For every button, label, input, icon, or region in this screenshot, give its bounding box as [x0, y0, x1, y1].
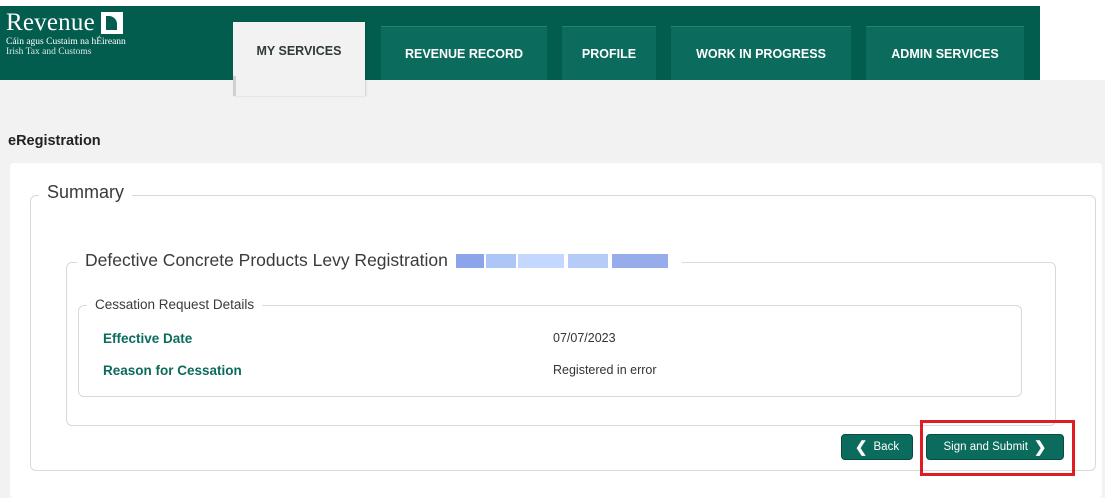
tab-work-in-progress[interactable]: WORK IN PROGRESS [671, 26, 851, 80]
logo-wordmark: Revenue [6, 10, 126, 36]
site-header: Revenue Cáin agus Custaim na hÉireann Ir… [0, 0, 1105, 96]
page-title: eRegistration [8, 133, 101, 149]
highlight-box [920, 420, 1075, 476]
back-button[interactable]: ❮ Back [841, 434, 913, 460]
summary-legend: Summary [39, 182, 133, 203]
registration-title: Defective Concrete Products Levy Registr… [85, 250, 448, 270]
tab-profile[interactable]: PROFILE [562, 26, 656, 80]
chevron-left-icon: ❮ [854, 438, 868, 456]
detail-value: Registered in error [553, 363, 657, 377]
cessation-legend: Cessation Request Details [87, 297, 263, 312]
brand-subtitle-irish: Cáin agus Custaim na hÉireann [6, 37, 126, 47]
registration-legend: Defective Concrete Products Levy Registr… [77, 250, 682, 271]
revenue-logo[interactable]: Revenue Cáin agus Custaim na hÉireann Ir… [6, 10, 126, 58]
brand-subtitle-english: Irish Tax and Customs [6, 47, 92, 57]
tab-revenue-record[interactable]: REVENUE RECORD [381, 26, 547, 80]
back-button-label: Back [873, 441, 900, 453]
harp-icon [100, 12, 123, 34]
redacted-registration-number [455, 253, 674, 268]
detail-label: Reason for Cessation [103, 363, 242, 378]
tab-admin-services[interactable]: ADMIN SERVICES [866, 26, 1024, 80]
detail-label: Effective Date [103, 331, 193, 346]
detail-value: 07/07/2023 [553, 331, 616, 345]
tab-my-services[interactable]: MY SERVICES [233, 22, 365, 96]
cessation-fieldset: Cessation Request Details Effective Date… [78, 297, 1022, 397]
brand-name: Revenue [6, 9, 95, 36]
